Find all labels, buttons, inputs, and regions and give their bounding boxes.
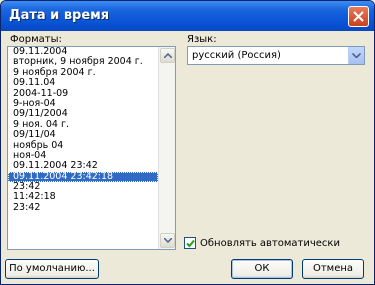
formats-label: Форматы: bbox=[10, 34, 62, 45]
ok-button[interactable]: ОК bbox=[231, 259, 293, 279]
title-bar[interactable]: Дата и время bbox=[1, 1, 374, 31]
listbox-scrollbar[interactable] bbox=[158, 47, 175, 249]
dialog-title: Дата и время bbox=[9, 8, 110, 23]
language-value: русский (Россия) bbox=[192, 50, 281, 61]
language-label: Язык: bbox=[187, 34, 217, 45]
close-button[interactable] bbox=[348, 6, 369, 27]
date-time-dialog: Дата и время Форматы: 09.11.2004 вторник,… bbox=[0, 0, 375, 285]
cancel-button[interactable]: Отмена bbox=[302, 259, 364, 279]
scroll-down-button[interactable] bbox=[160, 233, 175, 248]
list-item[interactable]: 09.11.04 bbox=[8, 77, 158, 88]
formats-list: 09.11.2004 вторник, 9 ноября 2004 г. 9 ноя… bbox=[8, 47, 158, 213]
default-button[interactable]: По умолчанию... bbox=[5, 259, 99, 279]
auto-update-checkbox[interactable] bbox=[184, 237, 196, 249]
dropdown-button[interactable] bbox=[348, 47, 364, 64]
close-icon bbox=[353, 11, 364, 22]
auto-update-label[interactable]: Обновлять автоматически bbox=[200, 238, 340, 249]
list-item[interactable]: 09/11/04 bbox=[8, 129, 158, 140]
check-icon bbox=[186, 239, 195, 248]
list-item[interactable]: 23:42 bbox=[8, 202, 158, 213]
language-dropdown[interactable]: русский (Россия) bbox=[187, 46, 365, 65]
formats-listbox[interactable]: 09.11.2004 вторник, 9 ноября 2004 г. 9 ноя… bbox=[7, 46, 176, 250]
scroll-down-icon bbox=[164, 238, 172, 243]
chevron-down-icon bbox=[352, 53, 361, 58]
scroll-up-icon bbox=[164, 53, 172, 58]
scroll-up-button[interactable] bbox=[160, 48, 175, 63]
